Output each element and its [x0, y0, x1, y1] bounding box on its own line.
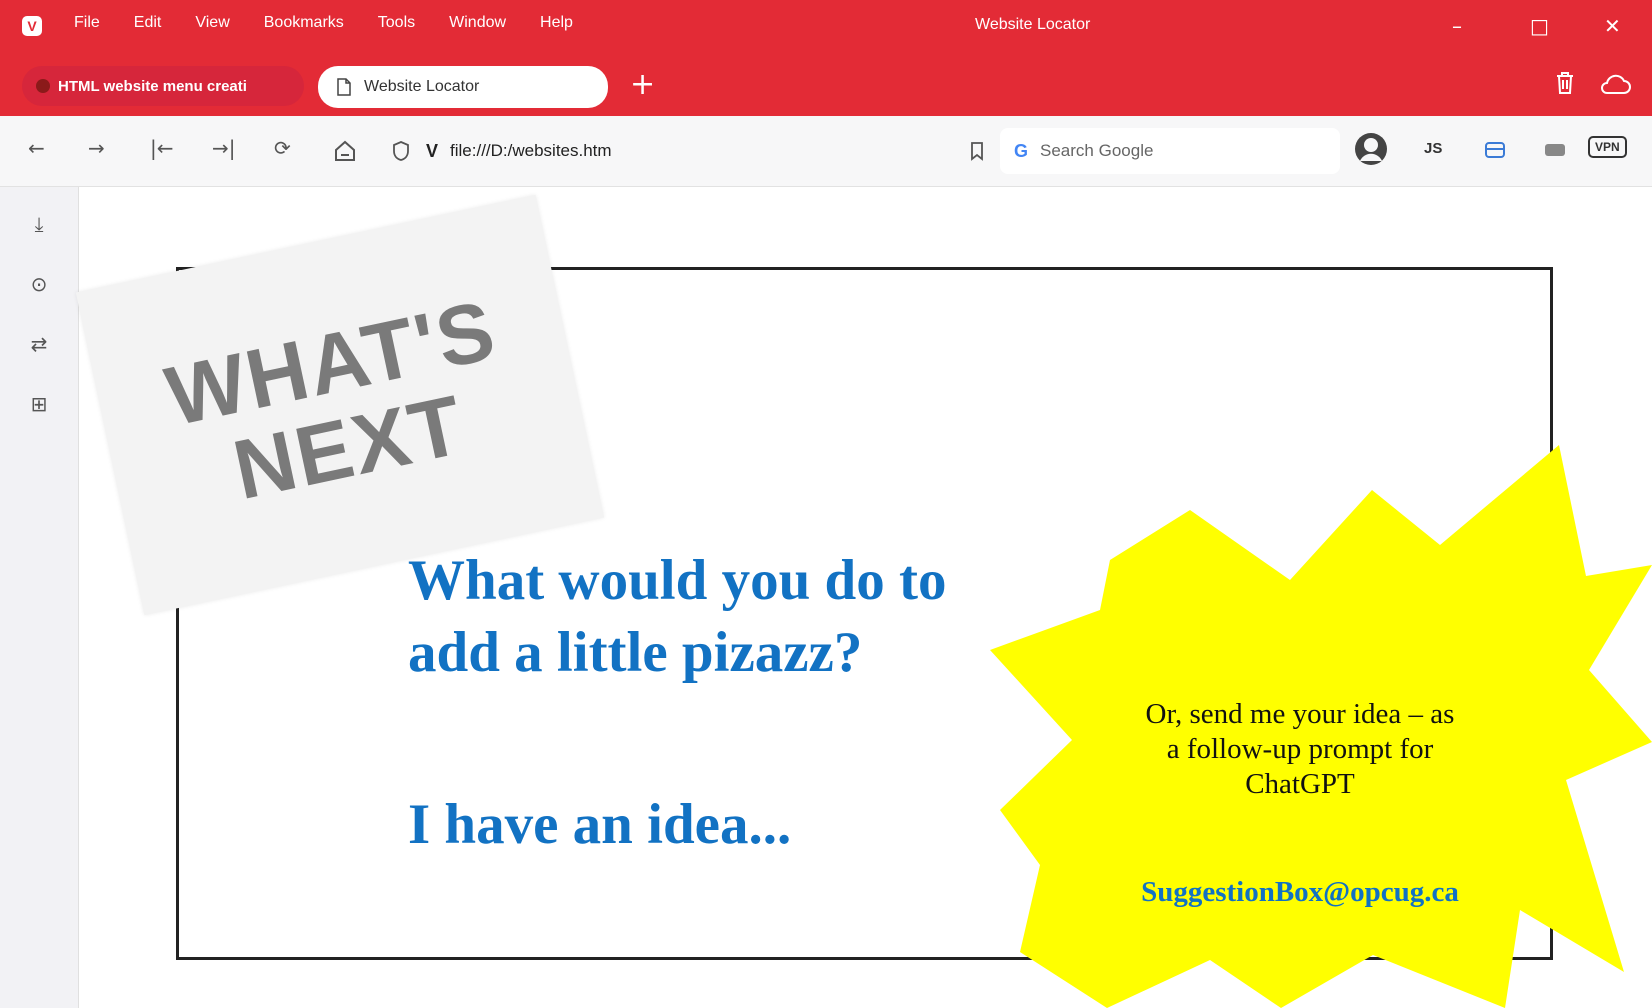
suggestion-line-3: ChatGPT [1245, 768, 1355, 800]
suggestion-line-1: Or, send me your idea – as [1145, 698, 1455, 730]
suggestion-text: Or, send me your idea – as a follow-up p… [1090, 697, 1510, 802]
starburst-shape [990, 445, 1652, 1008]
suggestion-line-2: a follow-up prompt for [1166, 733, 1434, 765]
email-link[interactable]: SuggestionBox@opcug.ca [1090, 876, 1510, 909]
